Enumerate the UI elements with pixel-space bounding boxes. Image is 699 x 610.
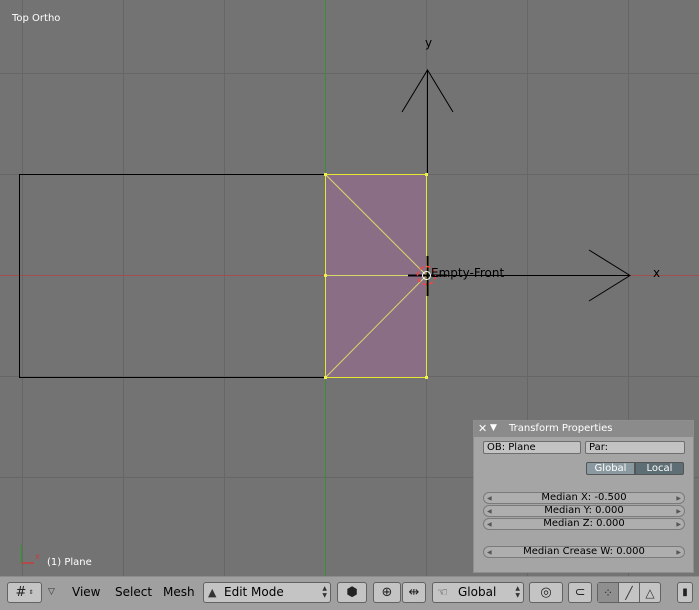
3d-viewport[interactable]: y x Empty-Front x Top Ortho (1) Plane ✕ … [0,0,699,576]
median-crease-value: Median Crease W: 0.000 [523,546,645,557]
updown-arrows-icon: ▲ ▼ [322,585,327,599]
increment-arrow-icon[interactable]: ▶ [676,494,681,504]
editor-type-button[interactable]: # ⇕ [7,582,42,603]
vertex-select-icon[interactable]: ⁘ [598,583,619,602]
mode-label: Edit Mode [224,585,284,599]
panel-header[interactable]: ✕ ▼ Transform Properties [474,421,693,437]
decrement-arrow-icon[interactable]: ◀ [487,520,492,530]
mini-axis-widget: x [20,545,40,564]
menu-view[interactable]: View [72,582,100,603]
increment-arrow-icon[interactable]: ▶ [676,548,681,558]
orientation-label: Global [458,585,497,599]
pivot-select[interactable]: ⊕ [373,582,401,603]
median-z-field[interactable]: ◀ Median Z: 0.000 ▶ [483,518,685,530]
face-select-icon[interactable]: △ [640,583,660,602]
median-x-value: Median X: -0.500 [541,492,627,503]
median-x-field[interactable]: ◀ Median X: -0.500 ▶ [483,492,685,504]
crosshair-icon: ⊕ [381,585,393,600]
active-object-label: (1) Plane [47,557,92,568]
target-icon: ◎ [540,585,552,600]
occlude-icon: ▮ [682,587,688,598]
mesh-mode-icon: ▲ [208,586,217,599]
median-z-value: Median Z: 0.000 [543,518,625,529]
menu-select[interactable]: Select [115,582,152,603]
cube-icon: ⬢ [346,585,358,600]
transform-widget-toggle[interactable]: ⇹ [402,582,426,603]
viewport-header-bar: # ⇕ ▽ View Select Mesh ▲ Edit Mode ▲ ▼ ⬢ … [0,576,699,610]
median-crease-field[interactable]: ◀ Median Crease W: 0.000 ▶ [483,546,685,558]
widget-icon: ⇹ [408,585,420,600]
snap-toggle[interactable]: ⊂ [568,582,592,603]
panel-title: Transform Properties [509,423,613,434]
median-y-field[interactable]: ◀ Median Y: 0.000 ▶ [483,505,685,517]
increment-arrow-icon[interactable]: ▶ [676,520,681,530]
svg-text:x: x [35,552,40,561]
close-icon[interactable]: ✕ [478,422,487,435]
select-mode-group[interactable]: ⁘ ╱ △ [597,582,661,603]
parent-field[interactable]: Par: [585,441,685,454]
mode-select[interactable]: ▲ Edit Mode ▲ ▼ [203,582,331,603]
proportional-edit-select[interactable]: ◎ [529,582,563,603]
draw-type-select[interactable]: ⬢ [337,582,367,603]
axis-x-label: x [653,266,660,280]
global-toggle-button[interactable]: Global [586,462,635,475]
empty-object-label: Empty-Front [431,266,504,280]
hand-icon: ☜ [437,585,448,599]
local-toggle-button[interactable]: Local [635,462,684,475]
view-name-label: Top Ortho [12,13,61,24]
orientation-select[interactable]: ☜ Global ▲ ▼ [432,582,524,603]
object-name-field[interactable]: OB: Plane [483,441,581,454]
decrement-arrow-icon[interactable]: ◀ [487,494,492,504]
menu-mesh[interactable]: Mesh [163,582,195,603]
decrement-arrow-icon[interactable]: ◀ [487,548,492,558]
updown-arrows-icon: ▲ ▼ [515,585,520,599]
magnet-icon: ⊂ [574,585,586,600]
decrement-arrow-icon[interactable]: ◀ [487,507,492,517]
transform-properties-panel[interactable]: ✕ ▼ Transform Properties OB: Plane Par: … [473,420,694,573]
triangle-down-icon[interactable]: ▽ [48,582,60,603]
triangle-down-icon[interactable]: ▼ [490,423,497,433]
updown-arrows-icon: ⇕ [28,589,34,596]
grid-icon: # [15,585,27,600]
edge-select-icon[interactable]: ╱ [619,583,640,602]
median-y-value: Median Y: 0.000 [544,505,624,516]
increment-arrow-icon[interactable]: ▶ [676,507,681,517]
occlude-toggle[interactable]: ▮ [677,582,693,603]
axis-y-label: y [425,36,432,50]
